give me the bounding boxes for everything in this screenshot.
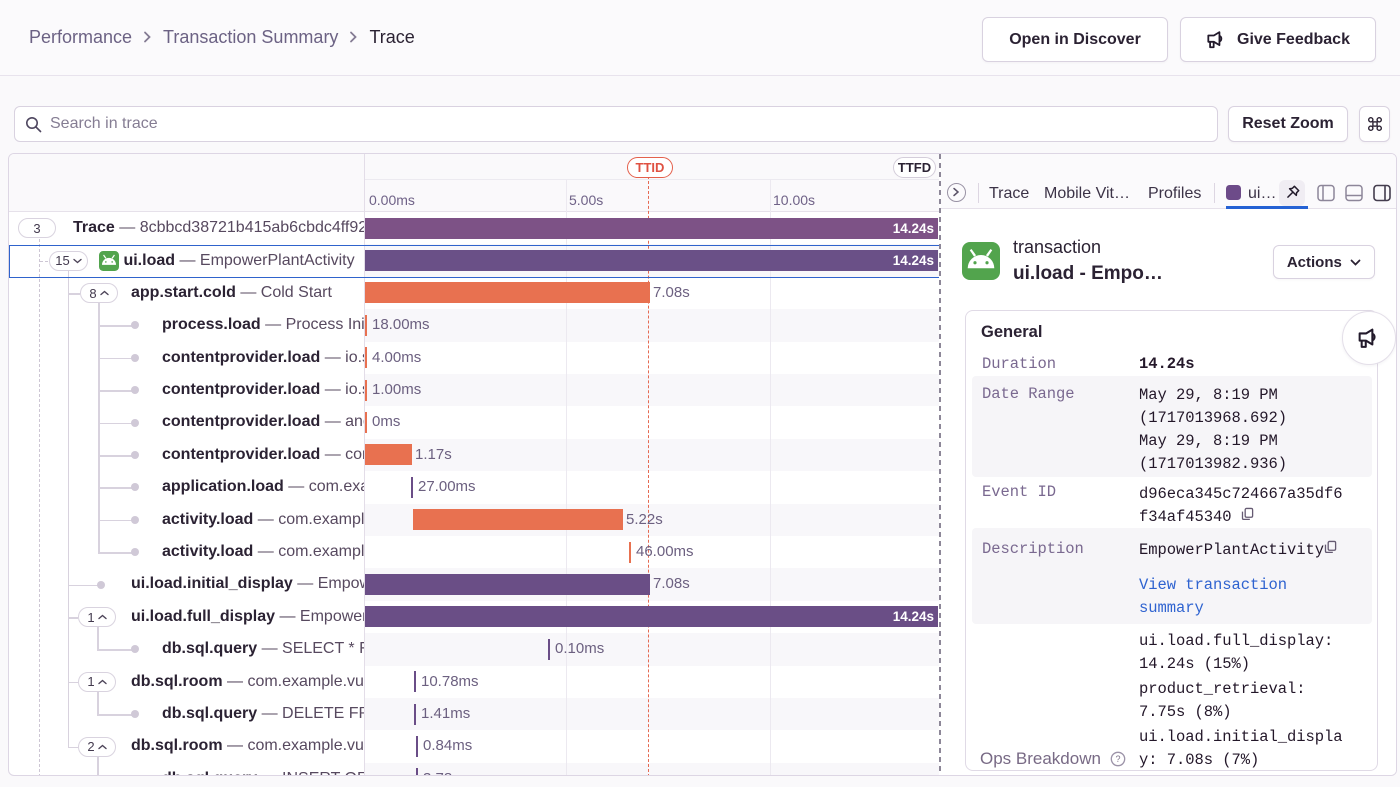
svg-text:?: ? (1116, 754, 1121, 764)
